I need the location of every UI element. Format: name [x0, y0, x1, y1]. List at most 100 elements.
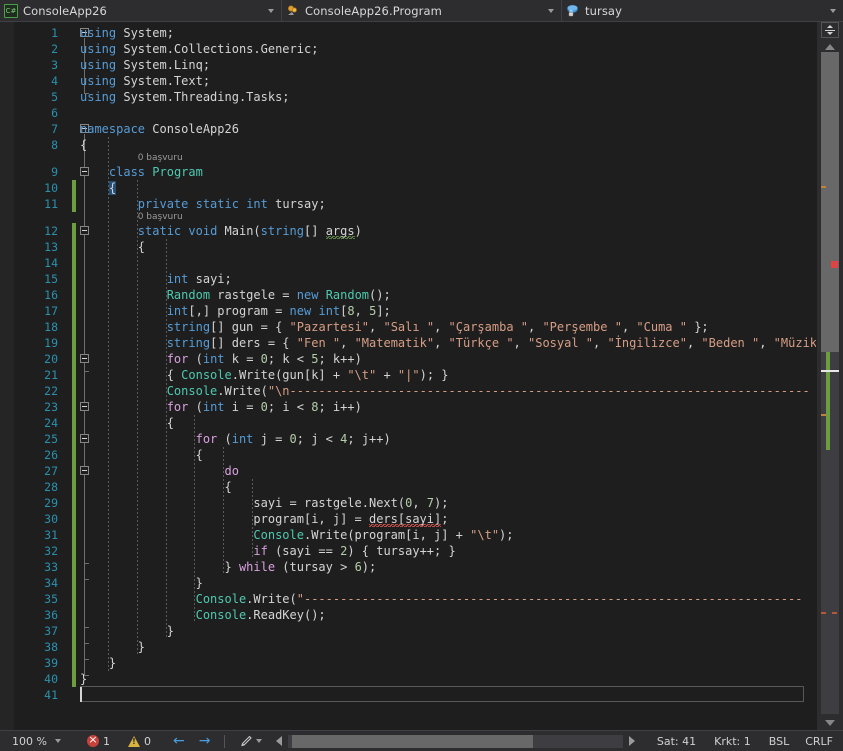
- navigate-forward-button[interactable]: →: [199, 734, 211, 748]
- scrollbar-caret-marker: [821, 370, 839, 372]
- error-indicator[interactable]: 1: [86, 733, 110, 748]
- code-line[interactable]: static void Main(string[] args): [80, 223, 362, 239]
- code-line[interactable]: Console.ReadKey();: [80, 607, 326, 623]
- text-caret: [80, 687, 82, 702]
- scroll-down-arrow-icon[interactable]: [825, 720, 835, 726]
- code-line[interactable]: program[i, j] = ders[sayi];: [80, 511, 448, 529]
- code-line[interactable]: using System.Linq;: [80, 57, 210, 73]
- line-number: 14: [44, 256, 58, 270]
- column-indicator: Krkt: 1: [714, 734, 751, 748]
- code-line[interactable]: int sayi;: [80, 271, 232, 287]
- code-line[interactable]: }: [80, 655, 116, 671]
- private-field-icon: [566, 4, 580, 18]
- member-dropdown-label: tursay: [585, 3, 622, 18]
- type-dropdown[interactable]: ConsoleApp26.Program: [282, 0, 562, 21]
- chevron-down-icon[interactable]: [54, 739, 61, 743]
- warning-triangle-icon: [127, 735, 140, 747]
- code-line[interactable]: using System;: [80, 25, 174, 41]
- line-number: 31: [44, 528, 58, 542]
- code-line[interactable]: { Console.Write(gun[k] + "\t" + "|"); }: [80, 367, 449, 383]
- codelens-reference-count[interactable]: 0 başvuru: [138, 153, 183, 164]
- code-line[interactable]: using System.Collections.Generic;: [80, 41, 318, 57]
- chevron-down-icon[interactable]: [548, 8, 554, 13]
- type-dropdown-label: ConsoleApp26.Program: [305, 3, 442, 18]
- zoom-control[interactable]: 100 %: [10, 735, 61, 748]
- scroll-up-arrow-icon[interactable]: [825, 44, 835, 50]
- code-line[interactable]: do: [80, 463, 239, 479]
- line-number: 30: [44, 512, 58, 526]
- code-line[interactable]: private static int tursay;: [80, 196, 326, 212]
- code-line[interactable]: for (int j = 0; j < 4; j++): [80, 431, 391, 447]
- code-editor[interactable]: 1 using System; 2 using System.Collections.…: [0, 22, 816, 730]
- line-ending-indicator[interactable]: CRLF: [805, 735, 833, 748]
- line-number: 13: [44, 240, 58, 254]
- split-view-icon[interactable]: [821, 22, 839, 38]
- code-line[interactable]: class Program: [80, 164, 203, 180]
- code-line[interactable]: namespace ConsoleApp26: [80, 121, 239, 137]
- chevron-down-icon[interactable]: [256, 739, 263, 743]
- code-line[interactable]: }: [80, 623, 174, 639]
- codelens-reference-count[interactable]: 0 başvuru: [138, 212, 183, 223]
- horizontal-scrollbar[interactable]: [288, 734, 623, 748]
- indent-guide: [252, 479, 254, 559]
- code-line[interactable]: {: [80, 137, 87, 153]
- code-line[interactable]: Console.Write("\n-----------------------…: [80, 383, 810, 399]
- code-line[interactable]: int[,] program = new int[8, 5];: [80, 303, 391, 319]
- code-line[interactable]: using System.Text;: [80, 73, 210, 89]
- code-line[interactable]: {: [80, 180, 117, 196]
- chevron-down-icon[interactable]: [830, 8, 836, 13]
- code-line[interactable]: {: [80, 447, 203, 463]
- line-number: 20: [44, 352, 58, 366]
- scrollbar-track[interactable]: [821, 52, 839, 714]
- code-line[interactable]: string[] gun = { "Pazartesi", "Salı ", "…: [80, 319, 709, 335]
- code-surface[interactable]: 1 using System; 2 using System.Collections.…: [0, 22, 816, 730]
- code-line[interactable]: Console.Write(program[i, j] + "\t");: [80, 527, 513, 543]
- chevron-down-icon[interactable]: [268, 8, 274, 13]
- code-line[interactable]: }: [80, 575, 203, 591]
- scrollbar-mark: [821, 186, 826, 188]
- code-line[interactable]: for (int i = 0; i < 8; i++): [80, 399, 362, 415]
- line-number: 32: [44, 544, 58, 558]
- warning-count-label: 0: [143, 734, 151, 748]
- code-line[interactable]: Random rastgele = new Random();: [80, 287, 391, 303]
- line-number: 38: [44, 640, 58, 654]
- line-number: 10: [44, 181, 58, 195]
- code-line[interactable]: }: [80, 671, 87, 687]
- scrollbar-mark: [832, 612, 837, 614]
- hscroll-left-button[interactable]: [276, 736, 283, 746]
- warning-indicator[interactable]: 0: [127, 734, 151, 748]
- project-dropdown[interactable]: C# ConsoleApp26: [0, 0, 282, 21]
- vertical-scrollbar[interactable]: [816, 22, 843, 730]
- scrollbar-thumb[interactable]: [821, 52, 839, 352]
- line-number: 26: [44, 448, 58, 462]
- scrollbar-mark: [821, 612, 826, 614]
- code-line[interactable]: for (int k = 0; k < 5; k++): [80, 351, 362, 367]
- line-number: 22: [44, 384, 58, 398]
- insert-mode-indicator[interactable]: BSL: [769, 735, 789, 748]
- code-line[interactable]: string[] ders = { "Fen ", "Matematik", "…: [80, 335, 816, 351]
- member-dropdown[interactable]: tursay: [562, 0, 843, 21]
- horizontal-scrollbar-thumb[interactable]: [292, 734, 534, 748]
- code-line[interactable]: } while (tursay > 6);: [80, 559, 376, 575]
- code-line[interactable]: sayi = rastgele.Next(0, 7);: [80, 495, 448, 511]
- code-line[interactable]: }: [80, 639, 145, 655]
- current-line-highlight: [80, 686, 804, 702]
- ink-pen-button[interactable]: [239, 735, 263, 748]
- indent-guide: [107, 137, 109, 671]
- scrollbar-mark: [821, 414, 826, 416]
- line-number: 12: [44, 224, 58, 238]
- code-line[interactable]: using System.Threading.Tasks;: [80, 89, 290, 105]
- code-line[interactable]: {: [80, 239, 145, 255]
- hscroll-right-button[interactable]: [628, 736, 635, 746]
- navigate-backward-button[interactable]: ←: [173, 734, 185, 748]
- line-number: 5: [51, 90, 58, 104]
- line-number: 2: [51, 42, 58, 56]
- code-line[interactable]: {: [80, 479, 231, 495]
- line-number: 7: [51, 122, 58, 136]
- line-number: 34: [44, 576, 58, 590]
- code-line[interactable]: Console.Write("-------------------------…: [80, 591, 803, 607]
- line-number: 4: [51, 74, 58, 88]
- line-number: 40: [44, 672, 58, 686]
- line-number: 9: [51, 165, 58, 179]
- code-line[interactable]: {: [80, 415, 174, 431]
